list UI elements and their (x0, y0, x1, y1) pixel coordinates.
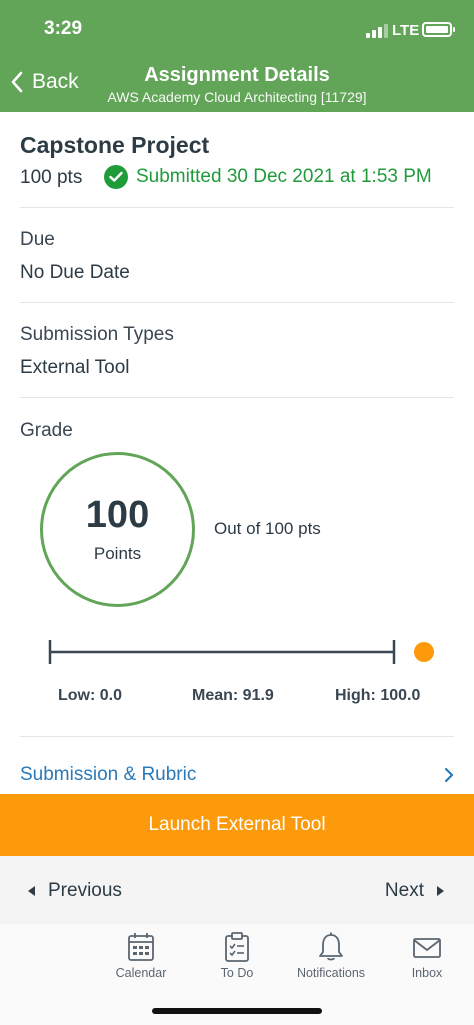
grade-score: 100 (85, 493, 150, 536)
inbox-icon (413, 938, 441, 958)
launch-external-tool-button[interactable]: Launch External Tool (0, 794, 474, 856)
chevron-left-icon (11, 71, 23, 93)
todo-icon (225, 932, 249, 962)
submission-status: Submitted 30 Dec 2021 at 1:53 PM (104, 165, 432, 189)
grade-statistics-bar (20, 632, 454, 672)
chevron-right-icon (444, 767, 454, 783)
calendar-icon (128, 933, 154, 961)
divider (20, 207, 454, 208)
tab-inbox[interactable]: Inbox (380, 932, 474, 980)
due-label: Due (20, 229, 55, 250)
triangle-right-icon (437, 886, 444, 896)
network-label: LTE (392, 22, 420, 39)
bell-icon (319, 932, 343, 961)
previous-label: Previous (48, 880, 122, 901)
grade-label: Grade (20, 420, 73, 441)
grade-circle: 100 Points (40, 452, 195, 607)
grade-low: Low: 0.0 (58, 687, 123, 704)
score-marker (414, 642, 434, 662)
grade-high: High: 100.0 (335, 687, 421, 704)
assignment-title: Capstone Project (20, 132, 210, 158)
triangle-left-icon (28, 886, 35, 896)
grade-unit: Points (93, 543, 142, 563)
grade-out-of: Out of 100 pts (214, 519, 321, 538)
due-value: No Due Date (20, 262, 130, 283)
submission-rubric-link[interactable]: Submission & Rubric (20, 764, 454, 786)
submission-status-text: Submitted 30 Dec 2021 at 1:53 PM (136, 166, 432, 187)
next-button[interactable]: Next (385, 880, 444, 902)
grade-mean: Mean: 91.9 (192, 687, 274, 704)
divider (20, 397, 454, 398)
assignment-points: 100 pts (20, 167, 83, 188)
back-label: Back (32, 70, 79, 93)
check-circle-icon (104, 165, 128, 189)
signal-icon (366, 24, 388, 38)
pager-bar: Previous Next (0, 856, 474, 924)
tab-calendar[interactable]: Calendar (94, 932, 188, 980)
submission-rubric-label: Submission & Rubric (20, 764, 197, 785)
home-indicator (152, 1008, 322, 1014)
status-time: 3:29 (44, 18, 83, 39)
tab-notifications[interactable]: Notifications (284, 932, 378, 980)
divider (20, 302, 454, 303)
submission-types-value: External Tool (20, 357, 130, 378)
divider (20, 736, 454, 737)
tab-todo-label: To Do (220, 966, 254, 980)
previous-button[interactable]: Previous (28, 880, 122, 902)
battery-icon (422, 22, 455, 37)
tab-inbox-label: Inbox (411, 966, 443, 980)
back-button[interactable]: Back (10, 70, 79, 94)
course-subtitle: AWS Academy Cloud Architecting [11729] (107, 89, 367, 105)
status-bar: 3:29 LTE (0, 0, 474, 56)
tab-todo[interactable]: To Do (190, 932, 284, 980)
tab-notifications-label: Notifications (296, 966, 366, 980)
header-bar: 3:29 LTE Back Assignment Details AWS Aca… (0, 0, 474, 112)
next-label: Next (384, 880, 424, 901)
submission-types-label: Submission Types (20, 324, 174, 345)
tab-calendar-label: Calendar (115, 966, 167, 980)
page-title: Assignment Details (144, 64, 330, 86)
